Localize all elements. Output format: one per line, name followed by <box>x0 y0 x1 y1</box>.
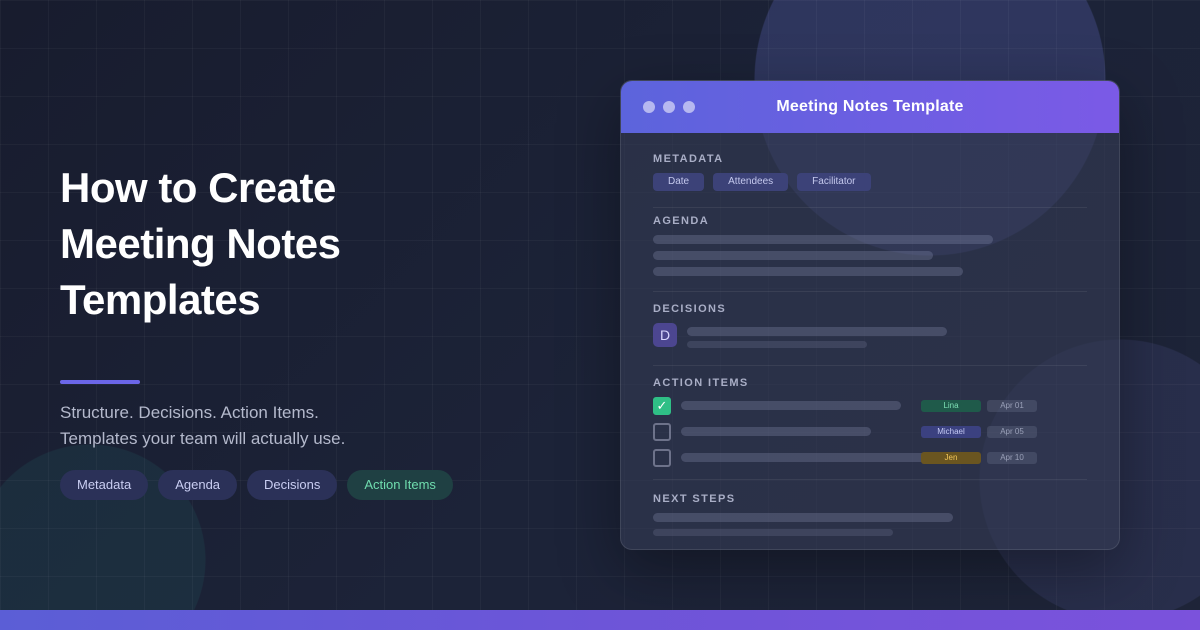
next-steps-line-placeholder <box>653 529 893 536</box>
assignee-badge: Jen <box>921 452 981 464</box>
template-window: Meeting Notes Template METADATA Date Att… <box>620 80 1120 550</box>
tag-metadata[interactable]: Metadata <box>60 470 149 500</box>
section-divider <box>653 291 1087 292</box>
window-title-bar: Meeting Notes Template <box>621 81 1119 133</box>
decision-badge: D <box>653 323 677 347</box>
window-title: Meeting Notes Template <box>776 98 964 115</box>
decision-line-placeholder <box>687 327 947 336</box>
hero-subtitle: Structure. Decisions. Action Items. Temp… <box>60 400 480 452</box>
due-date-badge: Apr 10 <box>987 452 1037 464</box>
section-label-metadata: METADATA <box>653 153 724 165</box>
action-item-checkbox[interactable] <box>653 423 671 441</box>
action-item-checkbox[interactable] <box>653 449 671 467</box>
section-divider <box>653 365 1087 366</box>
tag-decisions[interactable]: Decisions <box>247 470 338 500</box>
metadata-tag-facilitator[interactable]: Facilitator <box>797 173 871 191</box>
due-date-badge: Apr 01 <box>987 400 1037 412</box>
subtitle-line: Structure. Decisions. Action Items. <box>60 403 319 422</box>
decision-line-placeholder <box>687 341 867 348</box>
subtitle-line: Templates your team will actually use. <box>60 429 346 448</box>
due-date-badge: Apr 05 <box>987 426 1037 438</box>
assignee-badge: Lina <box>921 400 981 412</box>
metadata-tag-date[interactable]: Date <box>653 173 705 191</box>
assignee-badge: Michael <box>921 426 981 438</box>
agenda-line-placeholder <box>653 235 993 244</box>
next-steps-line-placeholder <box>653 513 953 522</box>
agenda-line-placeholder <box>653 267 963 276</box>
hero-title-line: Meeting Notes <box>60 220 341 267</box>
action-item-text-placeholder <box>681 401 901 410</box>
accent-divider <box>60 380 140 384</box>
section-divider <box>653 207 1087 208</box>
action-item-text-placeholder <box>681 453 931 462</box>
section-divider <box>653 479 1087 480</box>
metadata-tag-attendees[interactable]: Attendees <box>713 173 789 191</box>
bottom-accent-bar <box>0 610 1200 630</box>
hero-tag-list: Metadata Agenda Decisions Action Items <box>60 470 453 500</box>
action-item-text-placeholder <box>681 427 871 436</box>
hero-title-line: How to Create <box>60 164 336 211</box>
section-label-next-steps: NEXT STEPS <box>653 493 736 505</box>
agenda-line-placeholder <box>653 251 933 260</box>
check-icon: ✓ <box>656 398 668 413</box>
section-label-action-items: ACTION ITEMS <box>653 377 749 389</box>
action-item-checkbox[interactable]: ✓ <box>653 397 671 415</box>
section-label-decisions: DECISIONS <box>653 303 727 315</box>
tag-action-items[interactable]: Action Items <box>347 470 453 500</box>
metadata-tag-list: Date Attendees Facilitator <box>653 173 871 191</box>
section-label-agenda: AGENDA <box>653 215 710 227</box>
tag-agenda[interactable]: Agenda <box>158 470 238 500</box>
hero-title: How to Create Meeting Notes Templates <box>60 160 500 328</box>
hero-title-line: Templates <box>60 276 261 323</box>
